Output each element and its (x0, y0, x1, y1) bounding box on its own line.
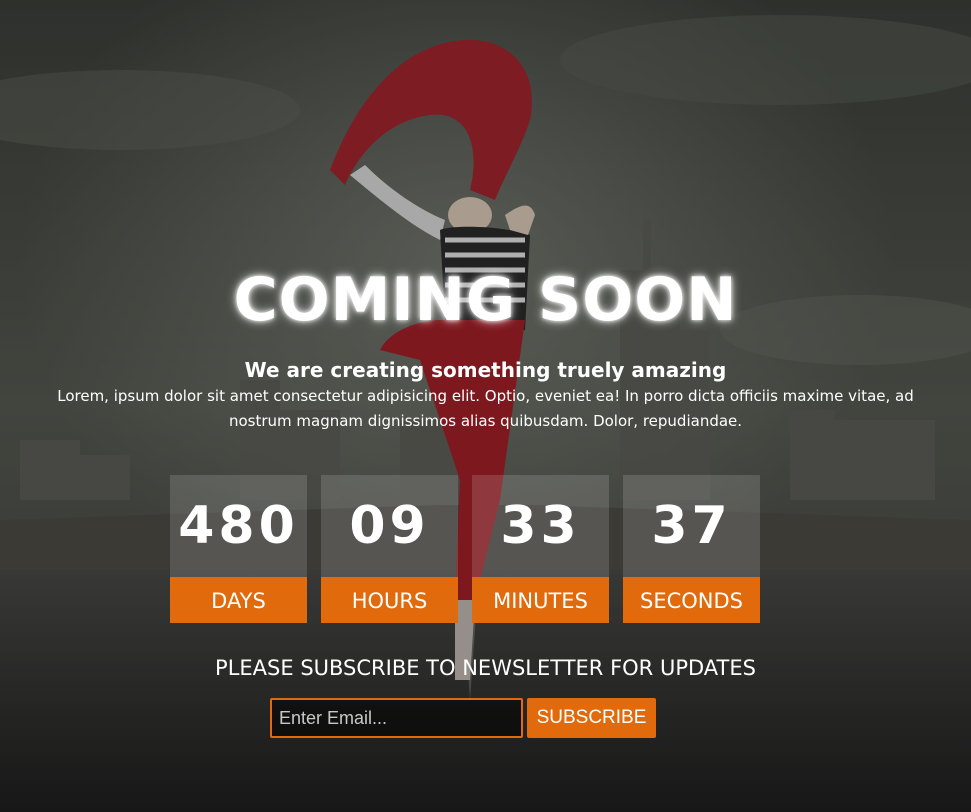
countdown-label: SECONDS (623, 577, 760, 623)
countdown-value: 37 (623, 475, 760, 577)
countdown-label: DAYS (170, 577, 307, 623)
countdown-value: 33 (472, 475, 609, 577)
hero-subtitle: We are creating something truely amazing (244, 358, 727, 382)
countdown-seconds: 37 SECONDS (623, 475, 760, 623)
countdown-days: 480 DAYS (170, 475, 307, 623)
countdown-value: 09 (321, 475, 458, 577)
countdown-label: MINUTES (472, 577, 609, 623)
subscribe-button[interactable]: SUBSCRIBE (527, 698, 656, 738)
page-title: COMING SOON (233, 265, 738, 335)
countdown-timer: 480 DAYS 09 HOURS 33 MINUTES 37 SECONDS (170, 475, 760, 623)
hero-content: COMING SOON We are creating something tr… (0, 0, 971, 812)
countdown-minutes: 33 MINUTES (472, 475, 609, 623)
hero-description: Lorem, ipsum dolor sit amet consectetur … (57, 387, 914, 430)
newsletter-heading: PLEASE SUBSCRIBE TO NEWSLETTER FOR UPDAT… (215, 656, 756, 680)
countdown-label: HOURS (321, 577, 458, 623)
countdown-hours: 09 HOURS (321, 475, 458, 623)
countdown-value: 480 (170, 475, 307, 577)
subscribe-form: SUBSCRIBE (270, 698, 656, 738)
hero-section: COMING SOON We are creating something tr… (0, 0, 971, 812)
email-input[interactable] (270, 698, 523, 738)
